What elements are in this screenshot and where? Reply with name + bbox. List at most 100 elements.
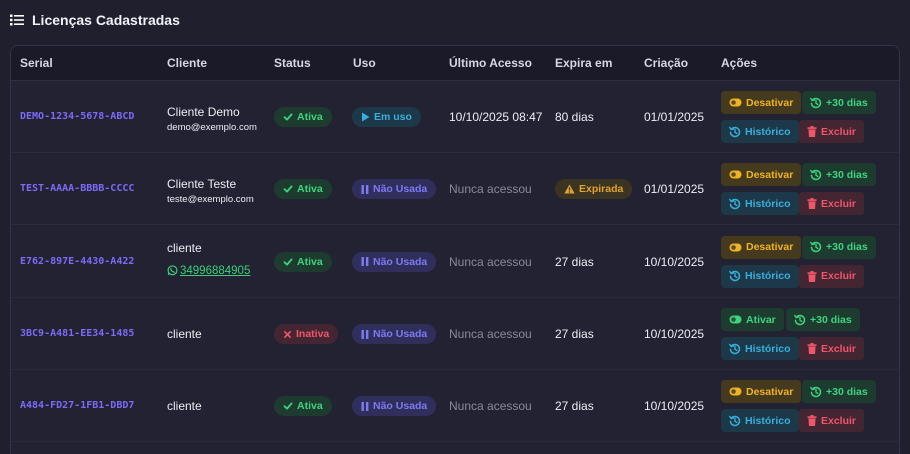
deactivate-button[interactable]: Desativar [721, 235, 802, 259]
check-icon [283, 401, 293, 411]
history-label: Histórico [745, 125, 791, 138]
add-30-days-label: +30 dias [810, 313, 852, 326]
delete-label: Excluir [821, 197, 857, 210]
deactivate-button[interactable]: Desativar [721, 163, 802, 186]
history-button[interactable]: Histórico [721, 409, 799, 432]
list-icon [10, 14, 24, 26]
history-plus-icon [810, 386, 822, 398]
licenses-table: Serial Cliente Status Uso Último Acesso … [10, 45, 900, 454]
add-30-days-label: +30 dias [826, 96, 868, 109]
serial-value: E762-897E-4430-A422 [20, 255, 135, 267]
history-icon [729, 198, 741, 210]
history-button[interactable]: Histórico [721, 192, 799, 215]
trash-icon [807, 343, 817, 354]
delete-label: Excluir [821, 414, 857, 427]
check-icon [283, 112, 293, 122]
created-date: 10/10/2025 [644, 254, 705, 269]
delete-button[interactable]: Excluir [799, 264, 865, 288]
usage-badge: Não Usada [352, 324, 437, 344]
check-icon [283, 257, 293, 267]
add-30-days-label: +30 dias [826, 385, 868, 398]
client-email: teste@exemplo.com [167, 194, 254, 205]
column-header-serial: Serial [20, 56, 53, 70]
last-access-value: Nunca acessou [449, 182, 532, 196]
client-cell: Cliente Demo demo@exemplo.com [167, 105, 257, 133]
table-row: TEST-AAAA-BBBB-CCCC Cliente Teste teste@ex… [11, 153, 899, 225]
toggle-label: Desativar [746, 96, 794, 109]
trash-icon [807, 270, 817, 282]
column-header-status: Status [274, 56, 311, 70]
history-button[interactable]: Histórico [721, 337, 799, 360]
add-30-days-button[interactable]: +30 dias [802, 380, 876, 403]
history-button[interactable]: Histórico [721, 264, 799, 288]
client-phone-link[interactable]: 34996884905 [167, 265, 250, 277]
serial-value: 3BC9-A481-EE34-1485 [20, 328, 135, 339]
page-header: Licenças Cadastradas [10, 10, 180, 30]
pause-icon [361, 329, 369, 339]
history-button[interactable]: Histórico [721, 120, 799, 143]
delete-label: Excluir [821, 125, 857, 138]
status-label: Ativa [297, 183, 323, 195]
created-date: 10/10/2025 [644, 327, 705, 341]
usage-badge: Não Usada [352, 179, 437, 199]
status-label: Ativa [297, 255, 323, 268]
expires-value: 27 dias [555, 254, 594, 269]
table-row: DEMO-1234-5678-ABCD Cliente Demo demo@exem… [11, 81, 899, 153]
toggle-label: Desativar [746, 241, 794, 253]
history-label: Histórico [745, 342, 791, 355]
toggle-icon [729, 387, 742, 396]
history-icon [729, 126, 741, 138]
history-plus-icon [794, 314, 806, 326]
last-access-value: Nunca acessou [449, 327, 532, 341]
created-date: 01/01/2025 [644, 110, 705, 124]
client-cell: cliente [167, 327, 202, 341]
client-name: Cliente Teste [167, 177, 237, 191]
client-name: cliente [167, 240, 202, 255]
page-title: Licenças Cadastradas [32, 12, 180, 28]
delete-button[interactable]: Excluir [799, 337, 865, 360]
usage-label: Não Usada [373, 400, 428, 412]
usage-label: Não Usada [373, 255, 428, 268]
deactivate-button[interactable]: Desativar [721, 91, 802, 114]
client-cell: cliente 34996884905 [167, 241, 250, 277]
add-30-days-button[interactable]: +30 dias [786, 308, 860, 331]
history-label: Histórico [745, 270, 791, 282]
client-cell: cliente [167, 399, 202, 413]
pause-icon [361, 257, 369, 266]
add-30-days-label: +30 dias [826, 168, 868, 181]
add-30-days-button[interactable]: +30 dias [802, 163, 876, 186]
trash-icon [807, 415, 817, 426]
add-30-days-button[interactable]: +30 dias [802, 235, 876, 259]
column-header-expires: Expira em [555, 56, 613, 70]
usage-badge: Não Usada [352, 251, 437, 272]
activate-button[interactable]: Ativar [721, 308, 784, 331]
history-label: Histórico [745, 414, 791, 427]
last-access-value: 10/10/2025 08:47 [449, 110, 543, 124]
delete-button[interactable]: Excluir [799, 409, 865, 432]
delete-button[interactable]: Excluir [799, 192, 865, 215]
created-date: 10/10/2025 [644, 399, 705, 413]
last-access-value: Nunca acessou [449, 254, 532, 269]
client-cell: Cliente Teste teste@exemplo.com [167, 177, 254, 205]
client-phone-number: 34996884905 [180, 264, 251, 277]
play-icon [361, 112, 370, 122]
status-badge: Ativa [274, 107, 332, 127]
column-header-client: Cliente [167, 56, 208, 70]
history-icon [729, 415, 741, 427]
status-label: Ativa [297, 111, 323, 123]
history-icon [729, 343, 741, 355]
x-icon [283, 330, 292, 339]
client-name: cliente [167, 327, 202, 341]
usage-label: Não Usada [373, 328, 428, 340]
client-email: demo@exemplo.com [167, 122, 257, 133]
add-30-days-button[interactable]: +30 dias [802, 91, 876, 114]
expired-label: Expirada [579, 183, 624, 195]
table-row: E762-897E-4430-A422 cliente 34996884905 Ati… [11, 225, 899, 298]
serial-value: A484-FD27-1FB1-DBD7 [20, 400, 135, 411]
deactivate-button[interactable]: Desativar [721, 380, 802, 403]
toggle-icon [729, 315, 742, 324]
trash-icon [807, 198, 817, 209]
expired-badge: Expirada [555, 179, 633, 199]
usage-badge: Não Usada [352, 396, 437, 416]
delete-button[interactable]: Excluir [799, 120, 865, 143]
